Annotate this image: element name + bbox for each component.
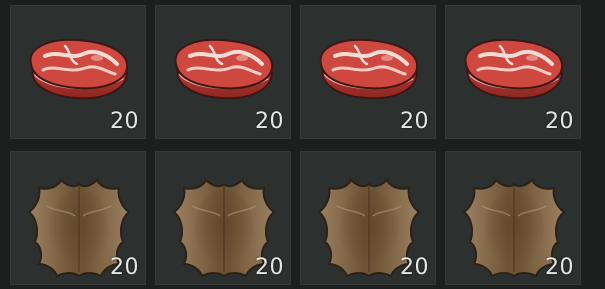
inventory-slot-animal-hide[interactable]: 20 [10, 151, 146, 285]
item-quantity: 20 [110, 109, 139, 134]
item-quantity: 20 [255, 255, 284, 280]
item-quantity: 20 [400, 255, 429, 280]
inventory-grid: 20 20 20 20 20 20 20 20 [0, 0, 605, 289]
inventory-slot-animal-hide[interactable]: 20 [445, 151, 581, 285]
inventory-slot-raw-meat[interactable]: 20 [10, 5, 146, 139]
inventory-slot-raw-meat[interactable]: 20 [445, 5, 581, 139]
inventory-slot-raw-meat[interactable]: 20 [155, 5, 291, 139]
item-quantity: 20 [545, 109, 574, 134]
item-quantity: 20 [255, 109, 284, 134]
item-quantity: 20 [545, 255, 574, 280]
inventory-slot-animal-hide[interactable]: 20 [155, 151, 291, 285]
item-quantity: 20 [400, 109, 429, 134]
inventory-slot-raw-meat[interactable]: 20 [300, 5, 436, 139]
inventory-slot-animal-hide[interactable]: 20 [300, 151, 436, 285]
item-quantity: 20 [110, 255, 139, 280]
